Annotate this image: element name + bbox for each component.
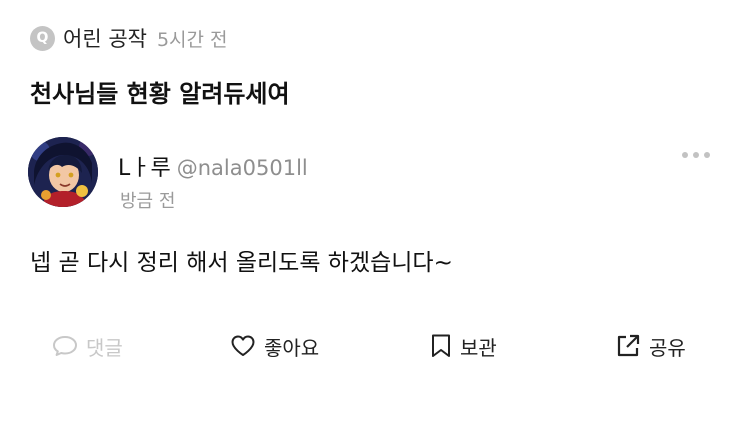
speech-bubble-icon xyxy=(53,336,77,356)
save-button[interactable]: 보관 xyxy=(430,326,497,366)
answer-author-handle[interactable]: @nala0501ll xyxy=(177,156,308,180)
question-author[interactable]: 어린 공작 xyxy=(63,23,147,53)
share-external-icon xyxy=(617,334,640,357)
like-label: 좋아요 xyxy=(264,335,320,360)
more-horizontal-icon[interactable] xyxy=(682,152,710,158)
question-header: Q 어린 공작 5시간 전 xyxy=(30,24,228,52)
save-label: 보관 xyxy=(460,335,497,360)
bookmark-icon xyxy=(432,334,450,357)
comment-button[interactable]: 댓글 xyxy=(52,326,123,366)
question-time: 5시간 전 xyxy=(156,28,228,51)
more-dot xyxy=(682,152,688,158)
more-dot xyxy=(704,152,710,158)
question-title[interactable]: 천사님들 현황 알려듀세여 xyxy=(30,74,290,109)
more-dot xyxy=(693,152,699,158)
share-button[interactable]: 공유 xyxy=(615,326,686,366)
answer-time: 방금 전 xyxy=(120,191,176,212)
comment-label: 댓글 xyxy=(86,335,123,360)
avatar[interactable] xyxy=(28,137,98,207)
heart-icon xyxy=(231,335,255,356)
action-bar: 댓글 좋아요 보관 공유 xyxy=(0,326,749,366)
share-label: 공유 xyxy=(649,335,686,360)
answer-body: 넵 곧 다시 정리 해서 올리도록 하겠습니다~ xyxy=(30,250,453,276)
answer-author-line: Lㅏ루 @nala0501ll xyxy=(118,150,308,182)
answer-author-name[interactable]: Lㅏ루 xyxy=(118,156,171,181)
like-button[interactable]: 좋아요 xyxy=(230,326,319,366)
question-badge-icon: Q xyxy=(30,25,55,51)
